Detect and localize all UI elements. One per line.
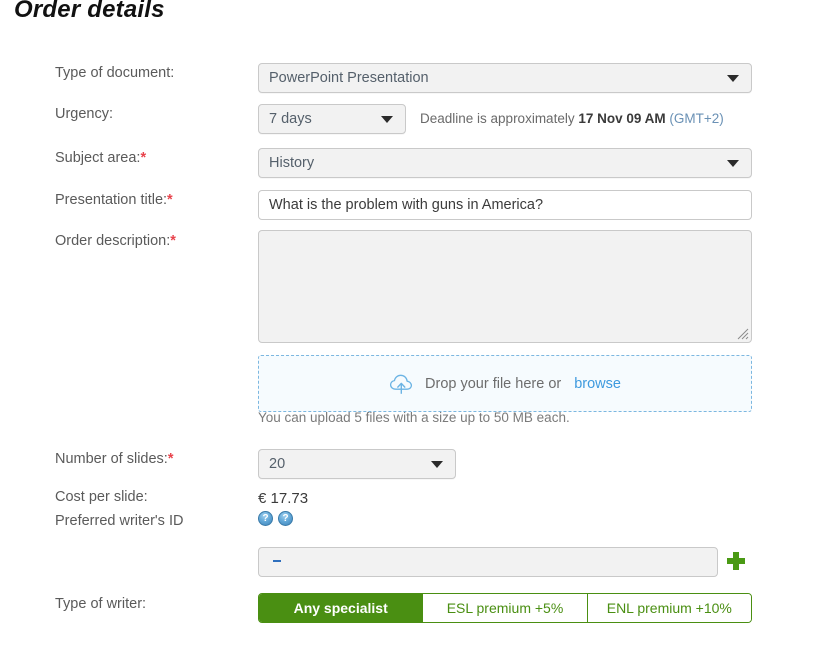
row-number-of-slides: Number of slides:* 20 [0, 439, 826, 483]
number-of-slides-select-box[interactable]: 20 [258, 449, 456, 479]
label-cost-per-slide: Cost per slide: [55, 489, 148, 505]
row-upload-hint: You can upload 5 files with a size up to… [0, 410, 826, 439]
order-description-field[interactable] [258, 230, 752, 343]
type-of-writer-segmented[interactable]: Any specialist ESL premium +5% ENL premi… [258, 593, 752, 623]
type-of-document-value: PowerPoint Presentation [269, 70, 429, 86]
label-type-of-document: Type of document: [55, 65, 175, 81]
urgency-value: 7 days [269, 111, 312, 127]
label-presentation-title: Presentation title:* [55, 192, 173, 208]
subject-area-select[interactable]: History [258, 148, 752, 178]
cost-per-slide-value: € 17.73 [258, 490, 309, 507]
writer-type-options: Any specialist ESL premium +5% ENL premi… [258, 593, 752, 623]
chevron-down-icon [381, 116, 393, 123]
required-asterisk: * [167, 451, 174, 467]
row-order-description: Order description:* [0, 225, 826, 343]
urgency-select[interactable]: 7 days [258, 104, 406, 134]
writer-type-option-enl[interactable]: ENL premium +10% [586, 594, 751, 622]
upload-hint: You can upload 5 files with a size up to… [258, 410, 570, 425]
row-preferred-writer-label: Preferred writer's ID ? ? [0, 511, 826, 545]
help-icon-underline-mark [273, 560, 281, 562]
cost-per-slide-value-wrap: € 17.73 [258, 489, 308, 509]
type-of-document-select[interactable]: PowerPoint Presentation [258, 63, 752, 93]
file-dropzone-box[interactable]: Drop your file here or browse [258, 355, 752, 412]
help-icon-1[interactable]: ? [258, 511, 273, 526]
chevron-down-icon [727, 75, 739, 82]
label-number-of-slides: Number of slides:* [55, 451, 174, 467]
plus-icon[interactable] [725, 550, 747, 572]
required-asterisk: * [167, 192, 173, 208]
label-type-of-writer: Type of writer: [55, 596, 147, 612]
label-order-description: Order description:* [55, 233, 176, 249]
deadline-value: 17 Nov 09 AM [578, 111, 666, 126]
resize-grip-icon[interactable] [736, 327, 749, 340]
add-writer-button[interactable] [725, 550, 747, 572]
chevron-down-icon [727, 160, 739, 167]
label-subject-area: Subject area:* [55, 150, 147, 166]
writer-type-option-any[interactable]: Any specialist [259, 594, 423, 622]
presentation-title-field[interactable]: What is the problem with guns in America… [258, 190, 752, 220]
help-icon-2[interactable]: ? [278, 511, 293, 526]
row-presentation-title: Presentation title:* What is the problem… [0, 184, 826, 225]
browse-link[interactable]: browse [574, 376, 621, 392]
order-description-textarea[interactable] [258, 230, 752, 343]
row-subject-area: Subject area:* History [0, 140, 826, 184]
preferred-writer-help-icons: ? ? [258, 511, 293, 526]
writer-type-option-esl[interactable]: ESL premium +5% [422, 594, 587, 622]
row-type-of-writer: Type of writer: Any specialist ESL premi… [0, 589, 826, 629]
dropzone-text: Drop your file here or [425, 375, 562, 392]
row-preferred-writer-input [0, 545, 826, 589]
urgency-select-box[interactable]: 7 days [258, 104, 406, 134]
number-of-slides-value: 20 [269, 456, 286, 472]
type-of-document-select-box[interactable]: PowerPoint Presentation [258, 63, 752, 93]
chevron-down-icon [431, 461, 443, 468]
file-dropzone[interactable]: Drop your file here or browse [258, 355, 752, 412]
deadline-note: Deadline is approximately 17 Nov 09 AM (… [420, 104, 724, 134]
label-urgency: Urgency: [55, 106, 114, 122]
row-file-upload: Drop your file here or browse [0, 341, 826, 413]
subject-area-select-box[interactable]: History [258, 148, 752, 178]
presentation-title-input[interactable]: What is the problem with guns in America… [258, 190, 752, 220]
number-of-slides-select[interactable]: 20 [258, 449, 456, 479]
label-preferred-writer: Preferred writer's ID [55, 513, 184, 529]
row-cost-per-slide: Cost per slide: € 17.73 [0, 483, 826, 515]
cloud-upload-icon [389, 374, 413, 394]
preferred-writer-field[interactable] [258, 547, 718, 577]
required-asterisk: * [170, 233, 176, 249]
subject-area-value: History [269, 155, 315, 171]
row-urgency: Urgency: 7 days Deadline is approximatel… [0, 96, 826, 140]
deadline-timezone: (GMT+2) [665, 111, 724, 126]
order-details-form: Type of document: PowerPoint Presentatio… [0, 56, 826, 629]
deadline-prefix: Deadline is approximately [420, 111, 579, 126]
row-type-of-document: Type of document: PowerPoint Presentatio… [0, 56, 826, 96]
preferred-writer-input[interactable] [258, 547, 718, 577]
required-asterisk: * [140, 150, 147, 166]
page-title: Order details [14, 0, 165, 23]
